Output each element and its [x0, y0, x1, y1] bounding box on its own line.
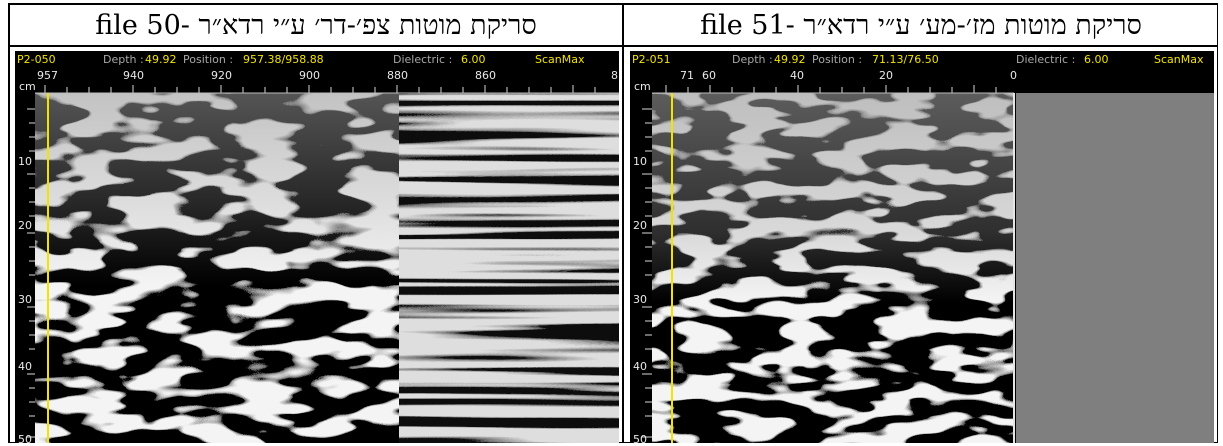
scan-header-file-51: P2-051 Depth : 49.92 Position : 71.13/76…	[630, 51, 1214, 68]
x-tick: 920	[211, 69, 232, 82]
table-border-header	[8, 45, 1218, 47]
depth-tick: 20	[18, 219, 32, 232]
dielectric-label: Dielectric :	[1016, 53, 1076, 66]
position-label: Position :	[183, 53, 234, 66]
dielectric-label: Dielectric :	[393, 53, 453, 66]
depth-tick: 10	[633, 155, 647, 168]
dielectric-value: 6.00	[1084, 53, 1109, 66]
caption-file-50: סריקת מוטות צפ׳-דר׳ ע״י רדא״ר -file 50	[95, 10, 537, 41]
depth-label: Depth :	[732, 53, 773, 66]
depth-tick: 30	[633, 293, 647, 306]
depth-tick: 10	[18, 155, 32, 168]
document-table: סריקת מוטות צפ׳-דר׳ ע״י רדא״ר -file 50 ס…	[8, 3, 1218, 443]
x-tick: 40	[790, 69, 804, 82]
scan-id: P2-051	[632, 53, 671, 66]
axis-unit: cm	[19, 80, 36, 93]
x-tick: 860	[475, 69, 496, 82]
x-tick: 60	[702, 69, 716, 82]
x-tick: 8	[611, 69, 618, 82]
caption-file-51: סריקת מוטות מז׳-מע׳ ע״י רדא״ר -file 51	[700, 10, 1142, 41]
x-tick: 71	[680, 69, 694, 82]
brand-label: ScanMax	[1154, 53, 1204, 66]
x-tick: 880	[387, 69, 408, 82]
radargram-file-50	[15, 51, 619, 443]
table-border-right	[1216, 3, 1218, 443]
depth-tick: 50	[633, 433, 647, 443]
table-border-middle	[622, 3, 624, 443]
table-border-top	[8, 3, 1218, 5]
gpr-scan-file-50: P2-050 Depth : 49.92 Position : 957.38/9…	[15, 51, 619, 443]
x-tick: 20	[879, 69, 893, 82]
depth-tick: 50	[18, 433, 32, 443]
scan-header-file-50: P2-050 Depth : 49.92 Position : 957.38/9…	[15, 51, 619, 68]
depth-tick: 30	[18, 293, 32, 306]
dielectric-value: 6.00	[461, 53, 486, 66]
x-tick: 940	[123, 69, 144, 82]
x-tick: 957	[37, 69, 58, 82]
x-tick: 900	[299, 69, 320, 82]
position-label: Position :	[812, 53, 863, 66]
table-border-left	[8, 3, 10, 443]
unscanned-area	[1016, 93, 1214, 443]
depth-tick: 20	[633, 219, 647, 232]
x-tick: 0	[1010, 69, 1017, 82]
depth-tick: 40	[18, 360, 32, 373]
depth-value: 49.92	[774, 53, 806, 66]
depth-tick: 40	[633, 360, 647, 373]
scan-id: P2-050	[17, 53, 56, 66]
depth-value: 49.92	[145, 53, 177, 66]
depth-label: Depth :	[103, 53, 144, 66]
position-value: 71.13/76.50	[872, 53, 939, 66]
axis-unit: cm	[634, 80, 651, 93]
brand-label: ScanMax	[535, 53, 585, 66]
position-value: 957.38/958.88	[243, 53, 324, 66]
gpr-scan-file-51: P2-051 Depth : 49.92 Position : 71.13/76…	[630, 51, 1214, 443]
